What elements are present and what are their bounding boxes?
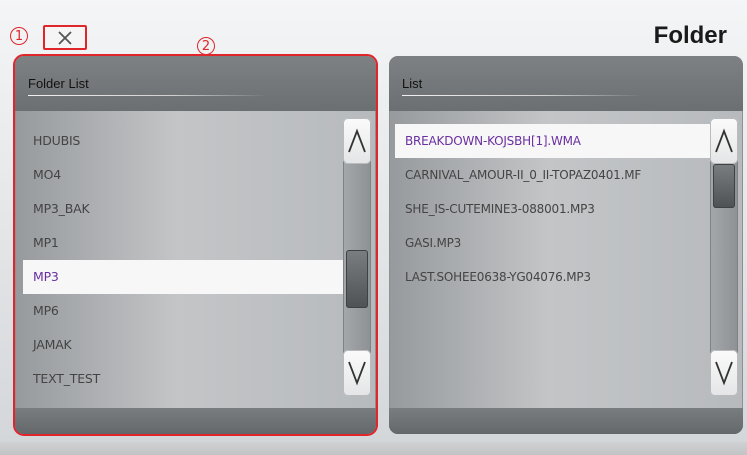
folder-list-item[interactable]: JAMAK [23, 328, 343, 362]
bottom-strip [0, 442, 747, 455]
scroll-up-button[interactable] [710, 118, 738, 164]
scroll-thumb[interactable] [713, 164, 735, 208]
scroll-down-button[interactable] [343, 350, 371, 396]
close-icon [58, 30, 72, 45]
folder-list: HDUBIS MO4 MP3_BAK MP1 MP3 MP6 JAMAK TEXT_TEST [23, 124, 343, 396]
folder-panel-footer [15, 408, 376, 434]
folder-list-item[interactable]: MP6 [23, 294, 343, 328]
header-underline [28, 95, 268, 96]
folder-list-header-label: Folder List [28, 76, 89, 91]
folder-list-item[interactable]: TEXT_TEST [23, 362, 343, 396]
folder-list-header: Folder List [15, 56, 376, 111]
file-list-item[interactable]: CARNIVAL_AMOUR-II_0_II-TOPAZ0401.MF [395, 158, 713, 192]
file-panel-footer [389, 408, 743, 434]
folder-scrollbar[interactable] [343, 118, 371, 396]
file-scrollbar[interactable] [710, 118, 738, 396]
file-list-header-label: List [402, 76, 423, 91]
file-list: BREAKDOWN-KOJSBH[1].WMA CARNIVAL_AMOUR-II… [395, 124, 713, 294]
close-button[interactable] [43, 25, 87, 50]
chevron-down-icon [715, 361, 733, 386]
chevron-down-icon [348, 361, 366, 386]
scroll-down-button[interactable] [710, 350, 738, 396]
scroll-up-button[interactable] [343, 118, 371, 164]
header-underline [402, 95, 642, 96]
chevron-up-icon [715, 128, 733, 153]
chevron-up-icon [348, 128, 366, 153]
folder-list-item[interactable]: MO4 [23, 158, 343, 192]
file-list-item[interactable]: BREAKDOWN-KOJSBH[1].WMA [395, 124, 713, 158]
marker-2: 2 [197, 37, 215, 55]
folder-list-item[interactable]: MP3_BAK [23, 192, 343, 226]
file-list-item[interactable]: LAST.SOHEE0638-YG04076.MP3 [395, 260, 713, 294]
marker-1: 1 [10, 27, 28, 45]
scroll-thumb[interactable] [346, 250, 368, 308]
folder-list-item[interactable]: HDUBIS [23, 124, 343, 158]
folder-list-item[interactable]: MP3 [23, 260, 343, 294]
file-list-panel: List BREAKDOWN-KOJSBH[1].WMA CARNIVAL_AMO… [389, 56, 743, 434]
file-list-item[interactable]: GASI.MP3 [395, 226, 713, 260]
file-list-item[interactable]: SHE_IS-CUTEMINE3-088001.MP3 [395, 192, 713, 226]
folder-list-panel: Folder List HDUBIS MO4 MP3_BAK MP1 MP3 MP6 JAM… [13, 54, 378, 436]
folder-list-item[interactable]: MP1 [23, 226, 343, 260]
file-list-header: List [389, 56, 743, 111]
page-title: Folder [653, 22, 727, 49]
